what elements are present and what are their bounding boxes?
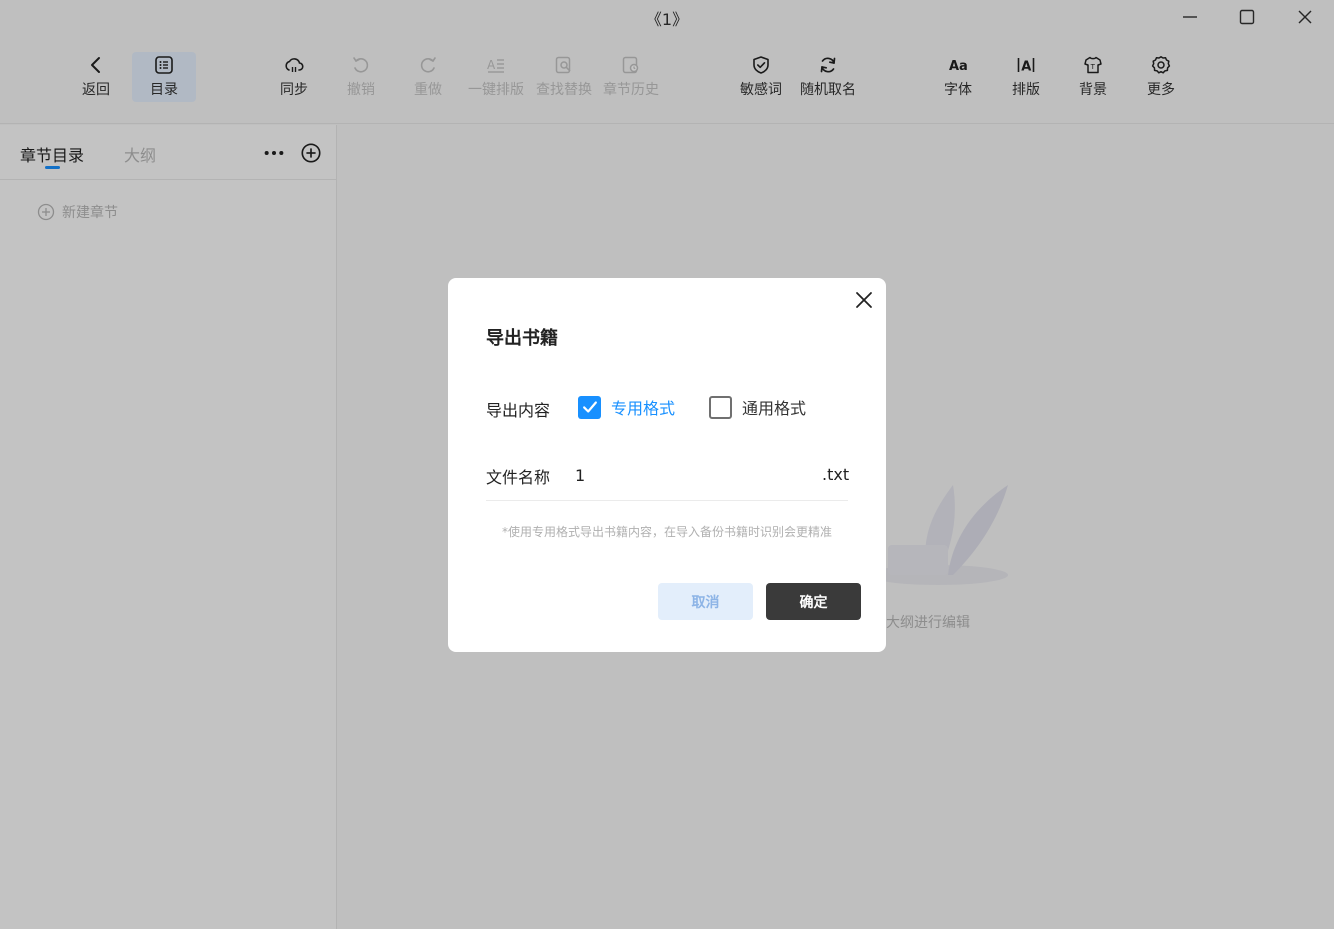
file-extension: .txt <box>822 465 850 484</box>
checkbox-general-format[interactable] <box>709 395 732 419</box>
option-label: 专用格式 <box>611 399 676 418</box>
check-icon <box>582 401 597 413</box>
option-proprietary-format[interactable]: 专用格式 <box>578 395 675 419</box>
filename-underline <box>486 500 848 501</box>
dialog-close-button[interactable] <box>852 288 876 312</box>
option-general-format[interactable]: 通用格式 <box>709 395 806 419</box>
filename-label: 文件名称 <box>486 468 551 487</box>
cancel-button[interactable]: 取消 <box>658 583 753 620</box>
confirm-button[interactable]: 确定 <box>766 583 861 620</box>
filename-input[interactable] <box>575 462 815 488</box>
export-hint: *使用专用格式导出书籍内容，在导入备份书籍时识别会更精准 <box>501 525 832 539</box>
close-icon <box>856 292 872 308</box>
checkbox-proprietary-format[interactable] <box>578 395 601 419</box>
option-label: 通用格式 <box>742 399 807 418</box>
dialog-title: 导出书籍 <box>486 328 558 349</box>
export-book-dialog: 导出书籍 导出内容 专用格式 通用格式 文件名称 .txt *使用专用格式导出书… <box>448 278 886 652</box>
export-content-label: 导出内容 <box>486 401 551 420</box>
